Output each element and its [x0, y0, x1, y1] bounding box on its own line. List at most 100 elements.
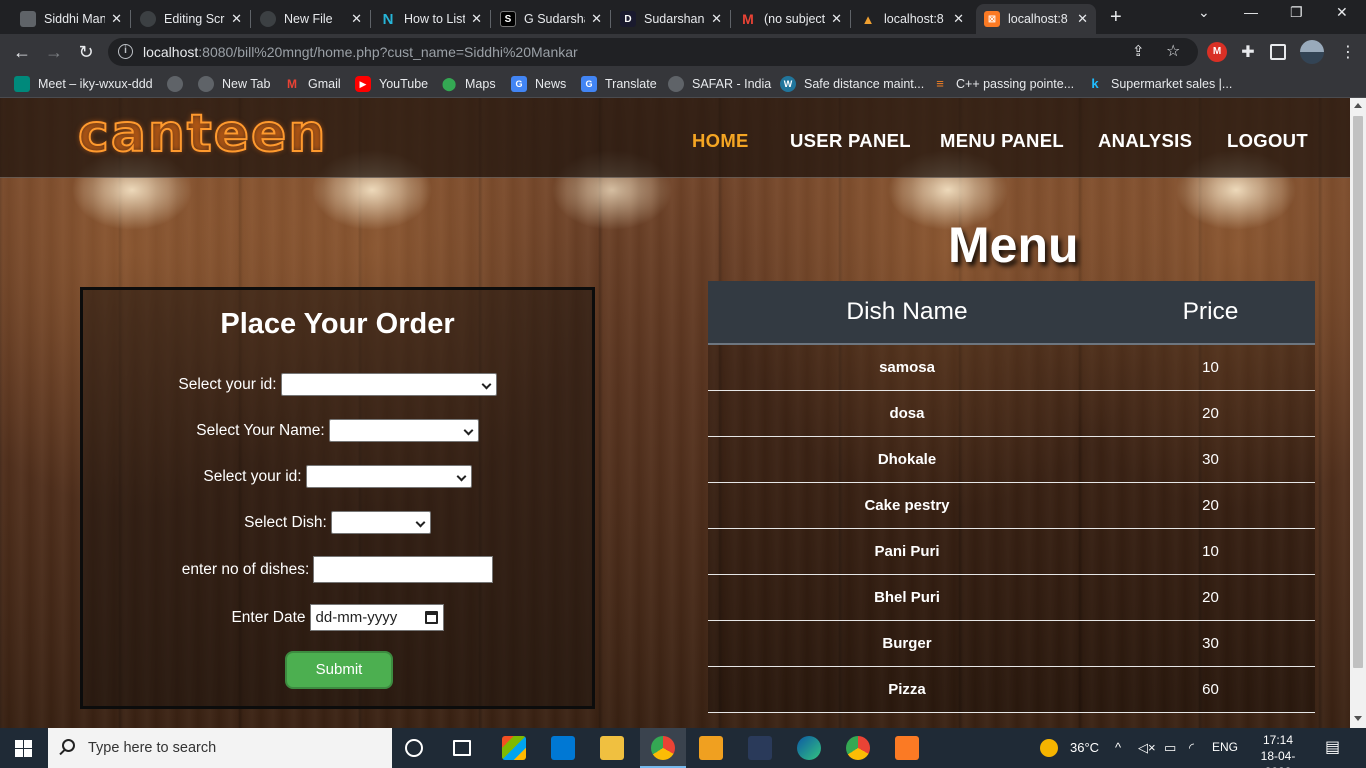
browser-tab[interactable]: Editing Script ✕ — [132, 4, 250, 34]
close-tab-icon[interactable]: ✕ — [1077, 11, 1088, 27]
nav-logout[interactable]: LOGOUT — [1227, 130, 1308, 152]
scrollbar-thumb[interactable] — [1353, 116, 1363, 668]
s-logo-icon: S — [500, 11, 516, 27]
cortana-icon[interactable] — [405, 739, 423, 757]
dish-name-cell: samosa — [879, 359, 935, 376]
bookmark-item[interactable]: ⬤ Maps — [441, 76, 496, 92]
page-scrollbar[interactable] — [1350, 98, 1366, 728]
browser-tab[interactable]: D Sudarshan ✕ — [612, 4, 730, 34]
close-tab-icon[interactable]: ✕ — [591, 11, 602, 27]
close-tab-icon[interactable]: ✕ — [111, 11, 122, 27]
side-panel-icon[interactable] — [1270, 44, 1286, 60]
browser-tab[interactable]: S G Sudarshan ✕ — [492, 4, 610, 34]
close-tab-icon[interactable]: ✕ — [231, 11, 242, 27]
bookmark-item[interactable]: ▶ YouTube — [355, 76, 428, 92]
site-logo[interactable]: canteen — [77, 103, 327, 165]
calendar-icon[interactable] — [424, 611, 438, 624]
close-tab-icon[interactable]: ✕ — [351, 11, 362, 27]
taskbar-search[interactable]: Type here to search — [48, 728, 392, 768]
restore-icon[interactable]: ❐ — [1290, 4, 1303, 21]
extension-m-icon[interactable]: M — [1207, 42, 1227, 62]
reload-icon[interactable]: ↻ — [74, 40, 98, 64]
wifi-icon[interactable]: ◜ — [1189, 740, 1194, 756]
browser-tab[interactable]: N How to List ✕ — [372, 4, 490, 34]
close-tab-icon[interactable]: ✕ — [831, 11, 842, 27]
bookmark-item[interactable]: Meet – iky-wxux-ddd — [14, 76, 153, 92]
weather-temp[interactable]: 36°C — [1070, 740, 1099, 755]
name-label: Select Your Name: — [196, 421, 325, 439]
back-icon[interactable]: ← — [10, 40, 34, 64]
windows-taskbar: Type here to search 36°C ^ ◁× ▭ ◜ ENG 17… — [0, 728, 1366, 768]
windows-start-icon[interactable] — [15, 740, 32, 757]
close-tab-icon[interactable]: ✕ — [711, 11, 722, 27]
nav-user-panel[interactable]: USER PANEL — [790, 130, 911, 152]
price-cell: 10 — [1202, 543, 1219, 560]
extensions-puzzle-icon[interactable]: ✚ — [1238, 42, 1258, 62]
weather-sun-icon[interactable] — [1040, 739, 1058, 757]
browser-tab-strip: Siddhi Mankar ✕ Editing Script ✕ New Fil… — [0, 0, 1366, 34]
close-tab-icon[interactable]: ✕ — [471, 11, 482, 27]
bookmarks-bar: Meet – iky-wxux-ddd New Tab M Gmail ▶ YouT… — [0, 70, 1366, 98]
name-select[interactable] — [328, 419, 479, 442]
battery-icon[interactable]: ▭ — [1164, 740, 1176, 756]
bookmark-item[interactable]: ≡ C++ passing pointe... — [932, 76, 1074, 92]
bookmark-item[interactable]: M Gmail — [284, 76, 341, 92]
nav-menu-panel[interactable]: MENU PANEL — [940, 130, 1064, 152]
share-icon[interactable]: ⇪ — [1132, 42, 1145, 60]
minimize-icon[interactable]: — — [1244, 4, 1258, 20]
site-info-icon[interactable]: i — [118, 44, 133, 59]
volume-mute-icon[interactable]: ◁× — [1138, 740, 1156, 756]
devcpp-icon[interactable] — [748, 736, 772, 760]
tab-search-icon[interactable]: ⌄ — [1198, 4, 1210, 21]
id-select[interactable] — [280, 373, 497, 396]
id2-select[interactable] — [305, 465, 472, 488]
forward-icon[interactable]: → — [42, 40, 66, 64]
store-icon[interactable] — [502, 736, 526, 760]
form-row-id: Select your id: — [83, 373, 592, 396]
nav-home[interactable]: HOME — [692, 130, 749, 152]
form-row-name: Select Your Name: — [83, 419, 592, 442]
tray-chevron-icon[interactable]: ^ — [1115, 740, 1121, 755]
mail-icon[interactable] — [551, 736, 575, 760]
scroll-down-icon[interactable] — [1354, 716, 1362, 721]
submit-button[interactable]: Submit — [285, 651, 393, 689]
chrome-icon[interactable] — [651, 736, 675, 760]
browser-tab[interactable]: New File ✕ — [252, 4, 370, 34]
globe-icon — [668, 76, 684, 92]
globe-icon — [167, 76, 183, 92]
browser-tab[interactable]: ▲ localhost:8 ✕ — [852, 4, 972, 34]
gmail-icon: M — [287, 77, 297, 91]
bookmark-item[interactable]: W Safe distance maint... — [780, 76, 924, 92]
browser-tab-active[interactable]: ⊠ localhost:8 ✕ — [976, 4, 1096, 34]
bookmark-item[interactable]: New Tab — [198, 76, 270, 92]
system-clock[interactable]: 17:14 18-04-2022 — [1248, 732, 1308, 768]
dish-count-input[interactable] — [313, 556, 494, 583]
date-input[interactable]: dd-mm-yyyy — [309, 604, 444, 631]
browser-tab[interactable]: M (no subject) ✕ — [732, 4, 850, 34]
url-text[interactable]: localhost:8080/bill%20mngt/home.php?cust… — [143, 44, 578, 60]
bookmark-item[interactable]: SAFAR - India — [668, 76, 771, 92]
edge-icon[interactable] — [797, 736, 821, 760]
bookmark-star-icon[interactable]: ☆ — [1166, 41, 1180, 61]
new-tab-icon[interactable]: + — [1110, 6, 1122, 29]
sublime-icon[interactable] — [699, 736, 723, 760]
dish-select[interactable] — [330, 511, 431, 534]
language-indicator[interactable]: ENG — [1212, 740, 1238, 754]
bookmark-item[interactable] — [167, 76, 191, 92]
address-bar[interactable]: i localhost:8080/bill%20mngt/home.php?cu… — [108, 38, 1198, 66]
browser-tab[interactable]: Siddhi Mankar ✕ — [12, 4, 130, 34]
more-menu-icon[interactable]: ⋮ — [1340, 42, 1360, 62]
close-tab-icon[interactable]: ✕ — [953, 11, 964, 27]
notifications-icon[interactable]: ▤ — [1325, 737, 1340, 757]
chrome-profile-icon[interactable] — [846, 736, 870, 760]
nav-analysis[interactable]: ANALYSIS — [1098, 130, 1192, 152]
scroll-up-icon[interactable] — [1354, 103, 1362, 108]
bookmark-item[interactable]: G Translate — [581, 76, 657, 92]
file-explorer-icon[interactable] — [600, 736, 624, 760]
profile-avatar[interactable] — [1300, 40, 1324, 64]
close-window-icon[interactable]: ✕ — [1336, 4, 1348, 21]
bookmark-item[interactable]: G News — [511, 76, 566, 92]
xampp-icon[interactable] — [895, 736, 919, 760]
task-view-icon[interactable] — [453, 740, 471, 756]
bookmark-item[interactable]: k Supermarket sales |... — [1087, 76, 1232, 92]
